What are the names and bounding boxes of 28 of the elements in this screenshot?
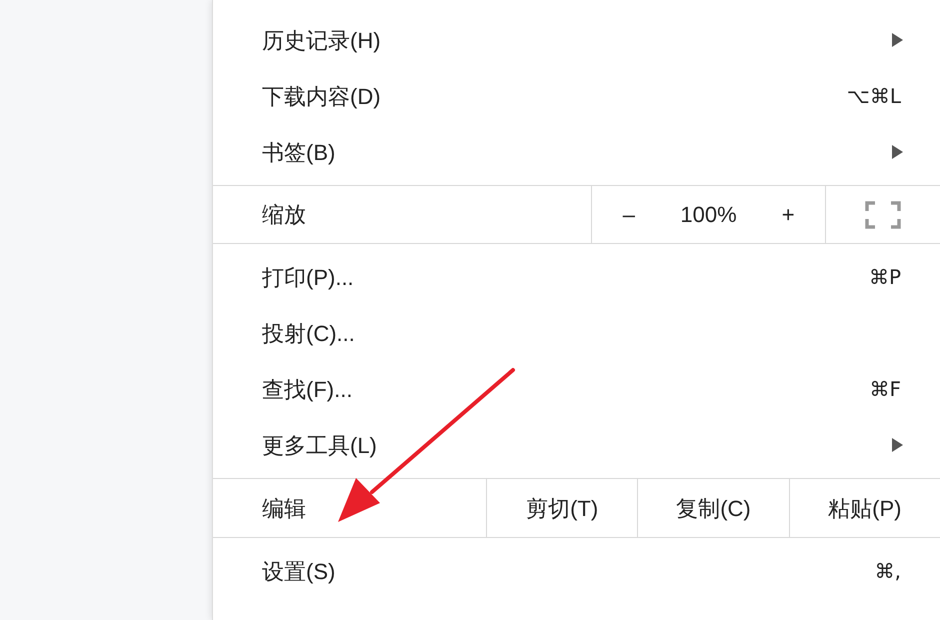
- edit-action-button[interactable]: 复制(C): [638, 479, 790, 537]
- menu-item-label: 投射(C)...: [262, 320, 356, 348]
- zoom-out-button[interactable]: –: [592, 186, 666, 243]
- menu-item[interactable]: 打印(P)... ⌘P: [213, 249, 940, 305]
- shortcut-text: ⌥⌘L: [846, 83, 901, 110]
- zoom-level-text: 100%: [679, 201, 738, 229]
- shortcut-text: ⌘,: [874, 558, 901, 585]
- menu-item[interactable]: 更多工具(L): [213, 417, 940, 473]
- menu-item[interactable]: 设置(S) ⌘,: [213, 543, 940, 599]
- shortcut-text: ⌘P: [868, 264, 901, 291]
- menu-item[interactable]: 查找(F)... ⌘F: [213, 361, 940, 417]
- menu-item[interactable]: 投射(C)...: [213, 305, 940, 361]
- menu-item-label: 历史记录(H): [262, 26, 382, 54]
- menu-item[interactable]: 下载内容(D) ⌥⌘L: [213, 68, 940, 124]
- menu-item-label: 设置(S): [262, 558, 336, 586]
- shortcut-text: ⌘F: [869, 376, 901, 403]
- menu-item[interactable]: 书签(B): [213, 124, 940, 180]
- edit-action-button[interactable]: 粘贴(P): [790, 479, 940, 537]
- edit-action-button[interactable]: 剪切(T): [487, 479, 638, 537]
- zoom-in-button[interactable]: +: [751, 186, 825, 243]
- menu-item[interactable]: 历史记录(H): [213, 12, 940, 68]
- menu-item-label: 书签(B): [262, 138, 336, 166]
- menu-item-label: 缩放: [213, 186, 592, 243]
- menu-item-label: 打印(P)...: [262, 264, 355, 292]
- menu-item-label: 更多工具(L): [262, 432, 378, 460]
- menu-item-label: 查找(F)...: [262, 376, 354, 404]
- fullscreen-icon: [865, 200, 901, 228]
- menu-item-label: 下载内容(D): [262, 82, 382, 110]
